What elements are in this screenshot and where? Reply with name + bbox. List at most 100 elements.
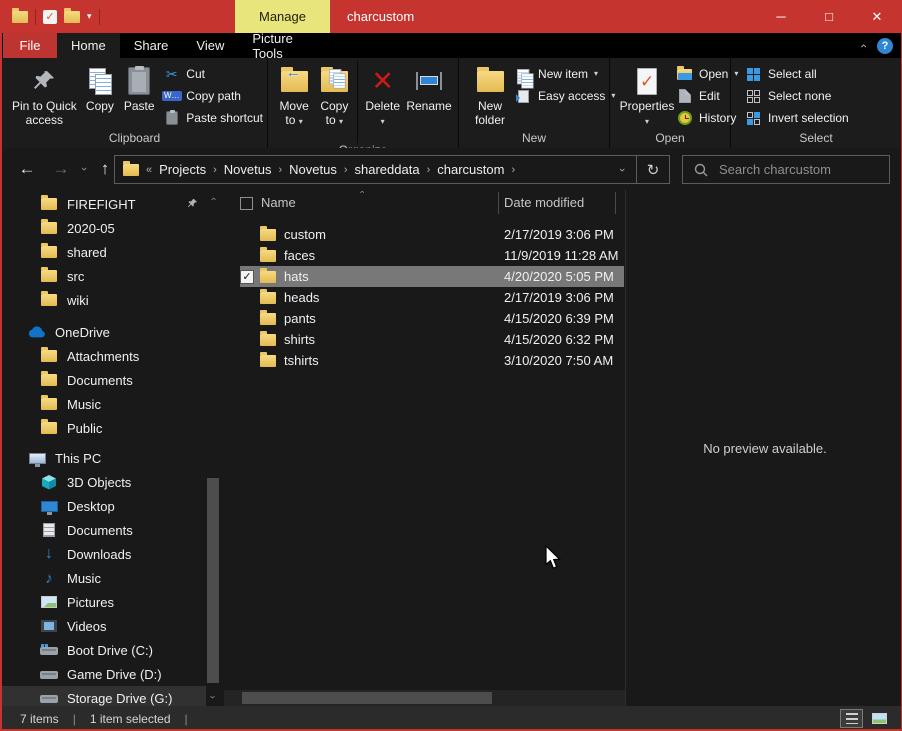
select-all-checkbox[interactable] — [240, 197, 253, 210]
properties-button[interactable]: ✓ Properties ▾ — [618, 61, 676, 131]
new-folder-button[interactable]: New folder — [471, 61, 509, 131]
sidebar-item-music-onedrive[interactable]: Music — [2, 392, 206, 416]
column-resize-handle[interactable] — [498, 192, 499, 214]
download-arrow-icon: ↓ — [40, 546, 58, 562]
sidebar-item-src[interactable]: src — [2, 264, 206, 288]
column-resize-handle[interactable] — [615, 192, 616, 214]
breadcrumb-item[interactable]: charcustom — [437, 162, 504, 177]
sidebar-item-2020-05[interactable]: 2020-05 — [2, 216, 206, 240]
scroll-left-icon[interactable] — [224, 690, 238, 706]
folder-icon[interactable] — [64, 11, 80, 23]
sidebar-item-videos[interactable]: Videos — [2, 614, 206, 638]
sidebar-item-storage-drive-g[interactable]: Storage Drive (G:) — [2, 686, 206, 706]
sidebar-item-downloads[interactable]: ↓ Downloads — [2, 542, 206, 566]
file-row-hats[interactable]: ✓ hats 4/20/2020 5:05 PM — [240, 266, 624, 287]
folder-icon[interactable] — [12, 11, 28, 23]
select-all-button[interactable]: Select all — [745, 65, 849, 83]
tab-picture-tools[interactable]: Picture Tools — [238, 33, 333, 58]
easy-access-button[interactable]: Easy access ▾ — [515, 87, 615, 105]
file-row-pants[interactable]: pants 4/15/2020 6:39 PM — [240, 308, 624, 329]
address-dropdown-icon[interactable]: › — [616, 156, 628, 184]
contextual-tab-manage[interactable]: Manage — [235, 0, 330, 33]
back-icon[interactable]: ← — [14, 148, 40, 190]
button-label: Rename — [406, 99, 451, 113]
move-to-button[interactable]: ← Move to ▾ — [274, 61, 314, 143]
sidebar-item-game-drive-d[interactable]: Game Drive (D:) — [2, 662, 206, 686]
open-button[interactable]: Open ▾ — [676, 65, 738, 83]
breadcrumb-item[interactable]: shareddata — [355, 162, 420, 177]
new-item-button[interactable]: New item ▾ — [515, 65, 615, 83]
row-checkbox[interactable]: ✓ — [240, 270, 254, 284]
minimize-button[interactable]: ─ — [757, 0, 805, 33]
scroll-down-icon[interactable]: › — [206, 690, 220, 704]
up-icon[interactable]: ↑ — [94, 148, 116, 190]
help-icon[interactable]: ? — [877, 38, 893, 54]
search-box[interactable] — [682, 155, 890, 184]
breadcrumb-separator-icon[interactable]: › — [271, 164, 289, 176]
file-row-shirts[interactable]: shirts 4/15/2020 6:32 PM — [240, 329, 624, 350]
sidebar-item-3d-objects[interactable]: 3D Objects — [2, 470, 206, 494]
details-view-button[interactable] — [840, 709, 863, 728]
column-header-name[interactable]: Name — [261, 195, 296, 210]
copy-button[interactable]: Copy — [81, 61, 119, 131]
breadcrumb-item[interactable]: Projects — [159, 162, 206, 177]
address-bar[interactable]: « Projects › Novetus › Novetus › sharedd… — [114, 155, 670, 184]
edit-button[interactable]: Edit — [676, 87, 738, 105]
file-row-heads[interactable]: heads 2/17/2019 3:06 PM — [240, 287, 624, 308]
sidebar-item-music[interactable]: ♪ Music — [2, 566, 206, 590]
column-header-date-modified[interactable]: Date modified — [504, 195, 584, 210]
sidebar-item-this-pc[interactable]: This PC — [2, 446, 206, 470]
history-button[interactable]: History — [676, 109, 738, 127]
file-row-tshirts[interactable]: tshirts 3/10/2020 7:50 AM — [240, 350, 624, 371]
breadcrumb-item[interactable]: Novetus — [289, 162, 337, 177]
sidebar-scrollbar[interactable]: › › — [206, 190, 220, 706]
sidebar-item-desktop[interactable]: Desktop — [2, 494, 206, 518]
copy-to-button[interactable]: Copy to ▾ — [314, 61, 354, 143]
tab-view[interactable]: View — [182, 33, 238, 58]
pin-to-quick-access-button[interactable]: Pin to Quick access — [8, 61, 81, 131]
sidebar-item-boot-drive-c[interactable]: Boot Drive (C:) — [2, 638, 206, 662]
sidebar-item-firefight[interactable]: FIREFIGHT — [2, 192, 206, 216]
delete-button[interactable]: ✕ Delete ▾ — [361, 61, 404, 143]
scrollbar-thumb[interactable] — [207, 478, 219, 683]
invert-selection-button[interactable]: Invert selection — [745, 109, 849, 127]
sidebar-item-pictures[interactable]: Pictures — [2, 590, 206, 614]
sidebar-item-documents[interactable]: Documents — [2, 518, 206, 542]
sidebar-item-shared[interactable]: shared — [2, 240, 206, 264]
breadcrumb-overflow-icon[interactable]: « — [139, 164, 159, 176]
scroll-up-icon[interactable]: › — [206, 192, 220, 206]
select-none-button[interactable]: Select none — [745, 87, 849, 105]
tab-file[interactable]: File — [3, 33, 57, 58]
paste-shortcut-button[interactable]: Paste shortcut — [163, 109, 263, 127]
tab-home[interactable]: Home — [57, 33, 120, 58]
refresh-icon[interactable]: ↻ — [637, 161, 669, 179]
search-input[interactable] — [717, 161, 867, 178]
sidebar-item-documents-onedrive[interactable]: Documents — [2, 368, 206, 392]
file-row-faces[interactable]: faces 11/9/2019 11:28 AM — [240, 245, 624, 266]
maximize-button[interactable]: □ — [805, 0, 853, 33]
sidebar-item-label: Game Drive (D:) — [67, 667, 162, 682]
sidebar-item-onedrive[interactable]: OneDrive — [2, 320, 206, 344]
scroll-right-icon[interactable] — [611, 690, 625, 706]
horizontal-scrollbar[interactable] — [224, 690, 625, 706]
tab-share[interactable]: Share — [120, 33, 183, 58]
sidebar-item-wiki[interactable]: wiki — [2, 288, 206, 312]
thumbnail-view-button[interactable] — [868, 709, 891, 728]
sidebar-item-public[interactable]: Public — [2, 416, 206, 440]
rename-button[interactable]: Rename — [404, 61, 454, 143]
properties-quick-icon[interactable]: ✓ — [43, 10, 57, 24]
close-button[interactable]: ✕ — [853, 0, 901, 33]
copy-path-button[interactable]: W… Copy path — [163, 87, 263, 105]
paste-button[interactable]: Paste — [119, 61, 159, 131]
breadcrumb-separator-icon[interactable]: › — [206, 164, 224, 176]
breadcrumb-separator-icon[interactable]: › — [504, 164, 522, 176]
scrollbar-thumb[interactable] — [242, 692, 492, 704]
breadcrumb-separator-icon[interactable]: › — [337, 164, 355, 176]
breadcrumb-separator-icon[interactable]: › — [420, 164, 438, 176]
file-row-custom[interactable]: custom 2/17/2019 3:06 PM — [240, 224, 624, 245]
cut-button[interactable]: ✂ Cut — [163, 65, 263, 83]
qat-dropdown-icon[interactable]: ▾ — [87, 12, 92, 21]
collapse-ribbon-icon[interactable]: › — [856, 44, 870, 48]
breadcrumb-item[interactable]: Novetus — [224, 162, 272, 177]
sidebar-item-attachments[interactable]: Attachments — [2, 344, 206, 368]
